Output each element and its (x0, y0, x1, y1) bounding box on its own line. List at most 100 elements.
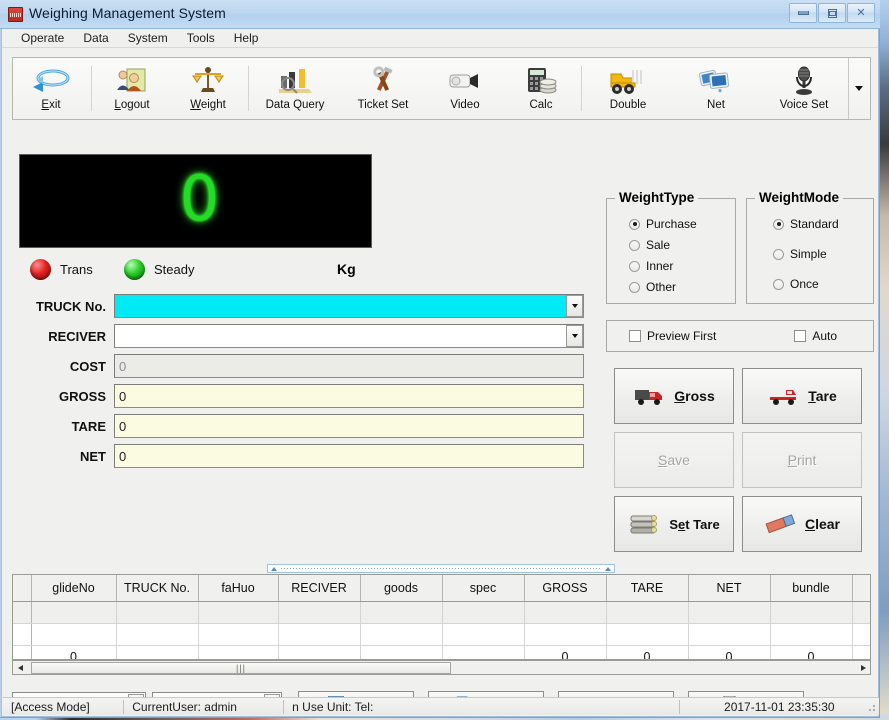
toolbar-button-exit[interactable]: Exit (13, 58, 89, 119)
cell[interactable] (360, 602, 442, 624)
radio-simple[interactable]: Simple (773, 247, 827, 261)
grid-col-gross[interactable]: GROSS (524, 575, 606, 602)
net-input[interactable] (114, 444, 584, 468)
checkbox-auto-label: Auto (812, 329, 837, 343)
truck-no-dropdown-button[interactable] (566, 295, 583, 317)
toolbar-button-net[interactable]: Net (672, 58, 760, 119)
toolbar-button-video[interactable]: Video (427, 58, 503, 119)
cell[interactable]: 0 (31, 646, 116, 661)
reciver-input[interactable] (114, 324, 584, 348)
cell[interactable] (688, 624, 770, 646)
cell[interactable] (524, 602, 606, 624)
scroll-left-button[interactable] (13, 661, 27, 674)
checkbox-auto-icon (794, 330, 806, 342)
truck-empty-icon (767, 386, 801, 406)
cell[interactable] (606, 624, 688, 646)
cell[interactable] (198, 602, 278, 624)
cell[interactable] (198, 646, 278, 661)
radio-purchase[interactable]: Purchase (629, 217, 697, 231)
cell[interactable]: 0 (606, 646, 688, 661)
radio-other[interactable]: Other (629, 280, 676, 294)
grid-splitter[interactable] (267, 564, 615, 573)
menu-operate[interactable]: Operate (12, 29, 74, 47)
cell[interactable]: 0 (524, 646, 606, 661)
cell[interactable] (278, 646, 360, 661)
grid-col-truck-no[interactable]: TRUCK No. (116, 575, 198, 602)
cell[interactable] (278, 624, 360, 646)
close-button[interactable]: ✕ (847, 3, 875, 23)
grid-col-glideno[interactable]: glideNo (31, 575, 116, 602)
grid-col-fahuo[interactable]: faHuo (198, 575, 278, 602)
grid-col-net[interactable]: NET (688, 575, 770, 602)
cell[interactable]: 0 (852, 646, 871, 661)
cell[interactable] (852, 602, 871, 624)
cell[interactable] (442, 624, 524, 646)
grid-col-spec[interactable]: spec (442, 575, 524, 602)
cell[interactable] (31, 602, 116, 624)
toolbar-button-voice-set[interactable]: Voice Set (760, 58, 848, 119)
app-icon (8, 7, 23, 22)
cell[interactable] (116, 624, 198, 646)
cell[interactable] (116, 602, 198, 624)
exit-arrow-icon (31, 64, 71, 98)
radio-once-label: Once (790, 277, 819, 291)
cell[interactable] (442, 602, 524, 624)
maximize-button[interactable] (818, 3, 846, 23)
cell[interactable] (116, 646, 198, 661)
grid-col-rea[interactable]: rea (852, 575, 871, 602)
reciver-dropdown-button[interactable] (566, 325, 583, 347)
toolbar-button-logout[interactable]: Logout (94, 58, 170, 119)
menu-data[interactable]: Data (74, 29, 118, 47)
radio-inner[interactable]: Inner (629, 259, 673, 273)
cell[interactable] (198, 624, 278, 646)
cell[interactable] (524, 624, 606, 646)
cell[interactable] (852, 624, 871, 646)
tare-input[interactable] (114, 414, 584, 438)
gross-button[interactable]: Gross (614, 368, 734, 424)
set-tare-button[interactable]: Set Tare (614, 496, 734, 552)
scroll-right-button[interactable] (856, 661, 870, 674)
cell[interactable] (442, 646, 524, 661)
cell[interactable] (770, 624, 852, 646)
grid-col-goods[interactable]: goods (360, 575, 442, 602)
grid-col-tare[interactable]: TARE (606, 575, 688, 602)
grid-col-bundle[interactable]: bundle (770, 575, 852, 602)
cell[interactable]: 0 (770, 646, 852, 661)
radio-sale[interactable]: Sale (629, 238, 670, 252)
toolbar-button-data-query[interactable]: Data Query (251, 58, 339, 119)
toolbar-button-ticket-set[interactable]: Ticket Set (339, 58, 427, 119)
grid-horizontal-scrollbar[interactable]: ||| (12, 660, 871, 675)
radio-simple-label: Simple (790, 247, 827, 261)
checkbox-preview-first[interactable]: Preview First (629, 329, 716, 343)
records-grid[interactable]: glideNo TRUCK No. faHuo RECIVER goods sp… (12, 574, 871, 660)
menu-help[interactable]: Help (225, 29, 269, 47)
menu-system[interactable]: System (119, 29, 178, 47)
scroll-thumb[interactable]: ||| (31, 662, 451, 674)
cell[interactable] (31, 624, 116, 646)
toolbar-button-calc[interactable]: Calc (503, 58, 579, 119)
cell[interactable] (688, 602, 770, 624)
radio-standard[interactable]: Standard (773, 217, 839, 231)
cell[interactable] (278, 602, 360, 624)
toolbar-button-weight[interactable]: Weight (170, 58, 246, 119)
toolbar-overflow-button[interactable] (848, 58, 869, 119)
radio-simple-icon (773, 249, 784, 260)
toolbar-button-double[interactable]: Double (584, 58, 672, 119)
cell[interactable] (360, 646, 442, 661)
cell[interactable]: 0 (688, 646, 770, 661)
gross-input[interactable] (114, 384, 584, 408)
clear-button[interactable]: Clear (742, 496, 862, 552)
truck-no-input[interactable] (114, 294, 584, 318)
checkbox-auto[interactable]: Auto (794, 329, 837, 343)
resize-grip-icon[interactable] (866, 702, 876, 712)
tare-button[interactable]: Tare (742, 368, 862, 424)
radio-once[interactable]: Once (773, 277, 819, 291)
checkbox-preview-first-label: Preview First (647, 329, 716, 343)
grid-col-reciver[interactable]: RECIVER (278, 575, 360, 602)
cell[interactable] (360, 624, 442, 646)
minimize-button[interactable] (789, 3, 817, 23)
cell[interactable] (606, 602, 688, 624)
cell[interactable] (770, 602, 852, 624)
menu-tools[interactable]: Tools (178, 29, 225, 47)
toolbar-label-ticket-set: Ticket Set (358, 99, 409, 111)
